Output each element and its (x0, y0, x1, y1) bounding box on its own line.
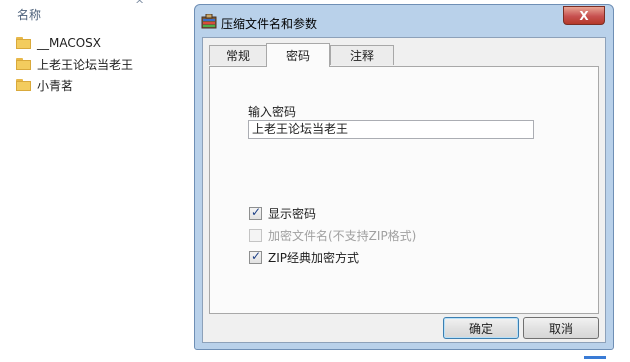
close-icon: X (579, 8, 589, 23)
tab-password[interactable]: 密码 (266, 43, 330, 67)
password-input[interactable]: 上老王论坛当老王 (248, 120, 534, 139)
tab-general[interactable]: 常规 (209, 45, 267, 65)
folder-item-laowang[interactable]: 上老王论坛当老王 (16, 55, 133, 73)
tab-label: 密码 (285, 49, 310, 63)
password-label: 输入密码 (248, 105, 297, 119)
cancel-button[interactable]: 取消 (523, 317, 599, 339)
zip-legacy-encryption-checkbox[interactable]: ✓ (249, 249, 262, 264)
sort-ascending-icon[interactable]: ^ (135, 0, 144, 11)
checkbox-label: 显示密码 (268, 207, 317, 221)
checkbox-label: ZIP经典加密方式 (268, 251, 359, 265)
ok-button[interactable]: 确定 (443, 317, 519, 339)
folder-label: 小青茗 (37, 78, 74, 93)
show-password-checkbox[interactable]: ✓ (249, 205, 262, 220)
folder-icon (16, 58, 31, 70)
name-column-header[interactable]: 名称 (17, 6, 41, 23)
cancel-button-label: 取消 (548, 321, 573, 336)
folder-icon (16, 79, 31, 91)
zip-legacy-encryption-option[interactable]: ✓ ZIP经典加密方式 (249, 249, 359, 266)
encrypt-filenames-option: 加密文件名(不支持ZIP格式) (249, 227, 416, 244)
dialog-titlebar[interactable]: 压缩文件名和参数 X (195, 5, 613, 37)
folder-item-macosx[interactable]: __MACOSX (16, 34, 101, 52)
dialog-client-area: 常规 密码 注释 输入密码 上老王论坛当老王 ✓ 显示密码 加密文件名(不支持Z… (202, 37, 606, 343)
encrypt-filenames-checkbox (249, 229, 262, 242)
checkbox-label: 加密文件名(不支持ZIP格式) (268, 229, 417, 243)
ok-button-label: 确定 (468, 321, 493, 336)
tab-label: 常规 (225, 49, 250, 63)
tab-label: 注释 (349, 49, 374, 63)
folder-label: 上老王论坛当老王 (37, 57, 134, 72)
password-tab-panel: 输入密码 上老王论坛当老王 ✓ 显示密码 加密文件名(不支持ZIP格式) ✓ Z… (209, 66, 599, 314)
archive-app-icon (201, 14, 217, 29)
taskbar-edge (584, 356, 606, 359)
folder-label: __MACOSX (37, 36, 102, 50)
checkmark-icon: ✓ (250, 249, 262, 263)
checkmark-icon: ✓ (250, 205, 262, 219)
show-password-option[interactable]: ✓ 显示密码 (249, 205, 316, 222)
tab-comment[interactable]: 注释 (330, 45, 394, 65)
close-button[interactable]: X (563, 6, 605, 25)
folder-icon (16, 37, 31, 49)
dialog-title: 压缩文件名和参数 (221, 17, 318, 31)
archive-params-dialog: 压缩文件名和参数 X 常规 密码 注释 输入密码 上老王论坛当老王 ✓ 显示密码… (194, 4, 614, 350)
folder-item-xiaoqingming[interactable]: 小青茗 (16, 76, 73, 94)
